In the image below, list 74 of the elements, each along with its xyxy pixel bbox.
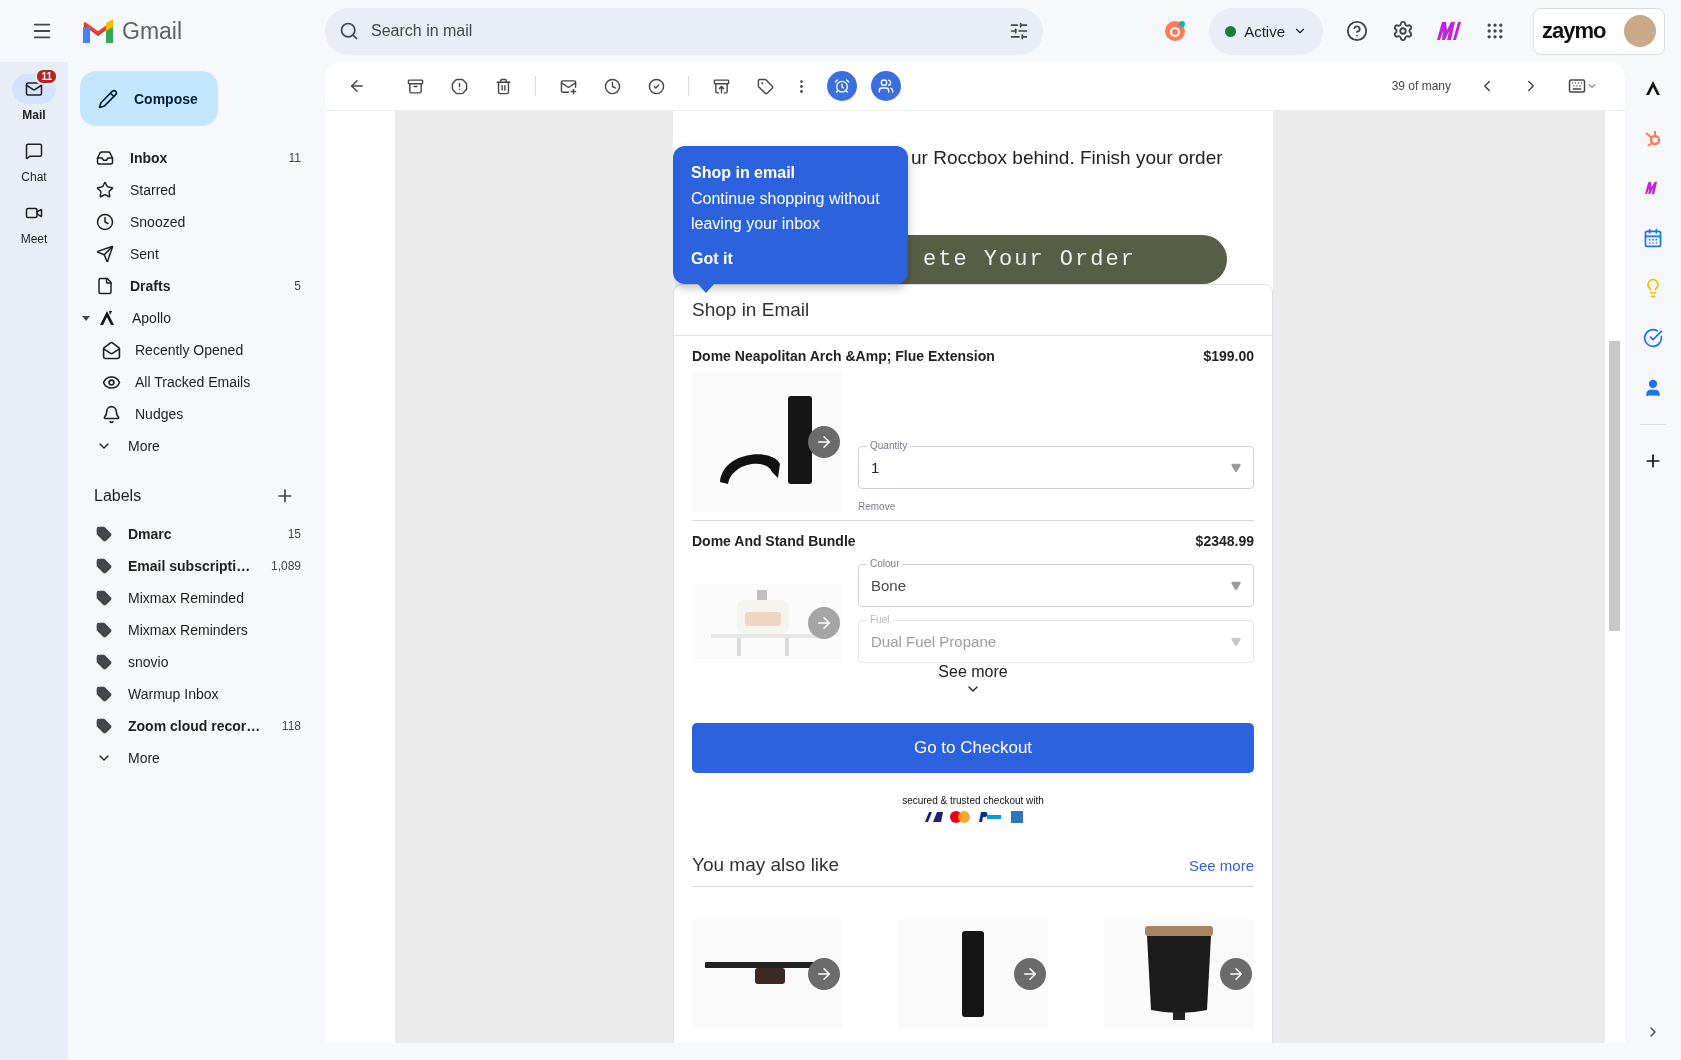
file-icon [96, 277, 114, 295]
checkout-button[interactable]: Go to Checkout [692, 723, 1254, 773]
labels-heading: Labels [94, 487, 142, 505]
folder-item[interactable]: Drafts 5 [68, 270, 325, 302]
remove-link[interactable]: Remove [858, 501, 1254, 512]
account-button[interactable]: zaymo [1533, 7, 1665, 55]
apollo-folder-item[interactable]: Nudges [68, 398, 325, 430]
mail-icon [25, 80, 43, 98]
tag-icon [96, 526, 112, 542]
apollo-folder[interactable]: Apollo [68, 302, 325, 334]
pencil-icon [98, 88, 118, 109]
arrow-right-icon[interactable] [808, 426, 840, 458]
gmail-wordmark: Gmail [122, 17, 183, 45]
label-item[interactable]: Dmarc 15 [68, 518, 325, 550]
alarm-clock-icon[interactable] [827, 71, 857, 101]
apollo-folder-item[interactable]: All Tracked Emails [68, 366, 325, 398]
tag-icon [96, 654, 112, 670]
dropdown-caret-icon [1231, 462, 1241, 473]
label-item[interactable]: Mixmax Reminders [68, 614, 325, 646]
secure-checkout-note: secured & trusted checkout with [902, 795, 1044, 806]
tag-icon [96, 590, 112, 606]
dropdown-caret-icon [1231, 580, 1241, 591]
inbox-icon [96, 149, 114, 167]
label-item[interactable]: Mixmax Reminded [68, 582, 325, 614]
people-icon[interactable] [871, 71, 901, 101]
apollo-folder-item[interactable]: Recently Opened [68, 334, 325, 366]
folder-item[interactable]: Snoozed [68, 206, 325, 238]
product-price: $199.00 [1203, 348, 1254, 364]
folder-item[interactable]: Sent [68, 238, 325, 270]
product-name: Dome And Stand Bundle [692, 533, 856, 549]
folder-item[interactable]: Inbox 11 [68, 142, 325, 174]
label-item[interactable]: Warmup Inbox [68, 678, 325, 710]
chat-icon [25, 142, 43, 160]
tooltip-title: Shop in email [691, 164, 796, 182]
shop-title: Shop in Email [674, 285, 1272, 336]
more-labels-item[interactable]: More [68, 742, 325, 774]
tag-icon [96, 558, 112, 574]
more-folders-item[interactable]: More [68, 430, 325, 462]
caret-icon [82, 315, 90, 321]
tag-icon [96, 686, 112, 702]
product-name: Dome Neapolitan Arch &Amp; Flue Extension [692, 348, 995, 364]
search-icon [339, 21, 359, 41]
rail-tab[interactable]: Chat [12, 136, 56, 184]
search-field[interactable]: Search in mail [325, 7, 1043, 55]
send-icon [96, 245, 114, 263]
rail-tab[interactable]: Meet [12, 198, 56, 246]
product-price: $2348.99 [1195, 533, 1254, 549]
arrow-right-icon[interactable] [808, 958, 840, 990]
message-counter: 39 of many [1391, 79, 1451, 93]
see-more-link[interactable]: See more [1188, 856, 1254, 874]
open-envelope-icon [102, 340, 121, 360]
bell-icon [102, 404, 121, 424]
status-dropdown[interactable]: Active [1209, 7, 1323, 55]
tag-icon [96, 622, 112, 638]
filter-sliders-icon[interactable] [1009, 21, 1029, 41]
scrollbar-thumb[interactable] [1609, 341, 1620, 631]
recommendations-heading: You may also like [692, 854, 840, 876]
compose-button[interactable]: Compose [80, 71, 218, 126]
avatar-icon [1624, 15, 1656, 47]
tag-icon [96, 718, 112, 734]
star-icon [96, 181, 114, 199]
unread-badge: 11 [35, 68, 58, 85]
dropdown-caret-icon [1231, 636, 1241, 647]
clock-icon [96, 213, 114, 231]
folder-item[interactable]: Starred [68, 174, 325, 206]
tooltip-text: Continue shopping without leaving your inbox [691, 189, 881, 234]
search-input[interactable]: Search in mail [369, 21, 999, 41]
label-item[interactable]: Zoom cloud recor… 118 [68, 710, 325, 742]
label-item[interactable]: snovio [68, 646, 325, 678]
status-dot-icon [1225, 25, 1237, 37]
label-item[interactable]: Email subscripti… 1,089 [68, 550, 325, 582]
email-text: ur Roccbox behind. Finish your order [911, 147, 1224, 169]
see-more-button[interactable]: See more [938, 663, 1008, 697]
gmail-logo-icon [82, 19, 114, 43]
